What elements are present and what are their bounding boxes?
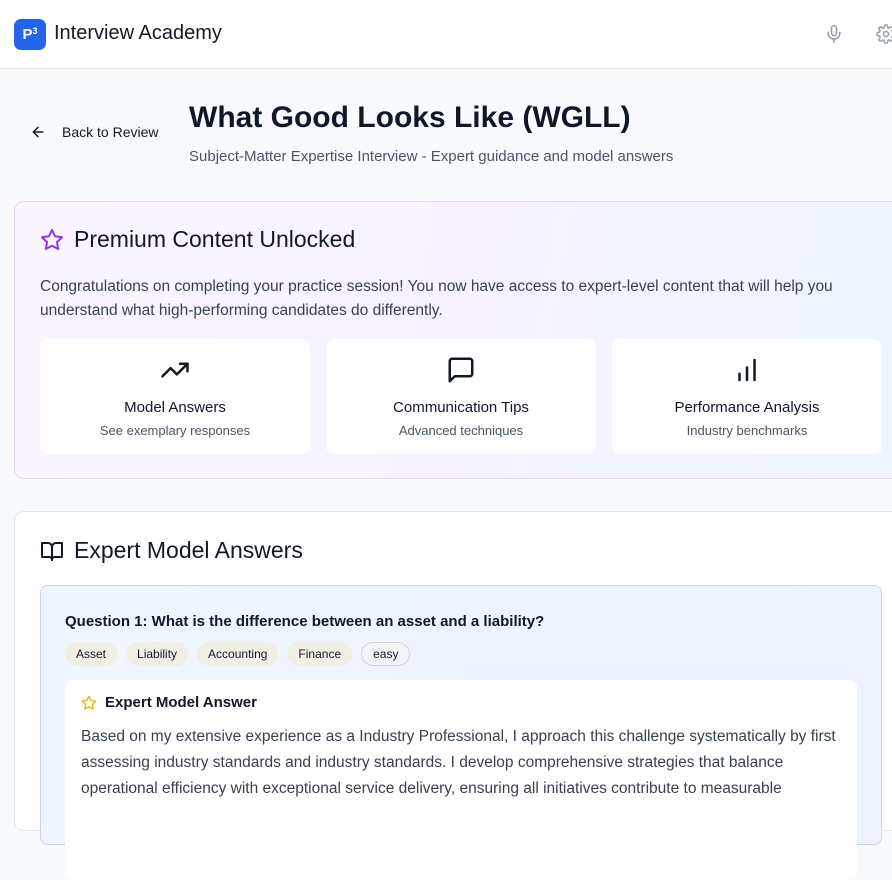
gear-icon[interactable] (876, 24, 892, 44)
feature-card-performance-analysis[interactable]: Performance Analysis Industry benchmarks (612, 339, 882, 454)
message-square-icon (448, 357, 474, 383)
tag: Liability (126, 642, 189, 666)
premium-content-card: Premium Content Unlocked Congratulations… (14, 201, 892, 479)
book-open-icon (41, 541, 63, 561)
trending-up-icon (161, 362, 189, 378)
page-title: What Good Looks Like (WGLL) (189, 101, 631, 134)
answer-heading-text: Expert Model Answer (105, 694, 257, 711)
expert-heading-text: Expert Model Answers (74, 537, 303, 563)
question-title: Question 1: What is the difference betwe… (65, 613, 545, 630)
feature-title: Communication Tips (393, 399, 529, 416)
back-to-review-button[interactable]: Back to Review (30, 124, 158, 140)
feature-subtitle: See exemplary responses (99, 423, 251, 438)
premium-heading: Premium Content Unlocked (40, 226, 355, 253)
feature-title: Model Answers (124, 399, 226, 416)
feature-subtitle: Industry benchmarks (686, 423, 808, 438)
premium-heading-text: Premium Content Unlocked (74, 226, 356, 252)
logo[interactable]: P3 (14, 19, 46, 50)
question-card: Question 1: What is the difference betwe… (40, 585, 882, 880)
mic-icon[interactable] (824, 24, 844, 44)
feature-title: Performance Analysis (674, 399, 820, 416)
star-icon (81, 695, 97, 710)
tag: Finance (287, 642, 353, 666)
tag: Accounting (197, 642, 279, 666)
premium-description: Congratulations on completing your pract… (40, 278, 833, 319)
star-icon (41, 228, 63, 250)
logo-superscript: 3 (32, 26, 38, 36)
answer-heading: Expert Model Answer (81, 694, 257, 711)
back-label: Back to Review (62, 124, 159, 140)
arrow-left-icon (32, 126, 44, 138)
logo-letter: P (22, 26, 33, 43)
expert-heading: Expert Model Answers (40, 537, 303, 564)
feature-card-communication-tips[interactable]: Communication Tips Advanced techniques (326, 339, 596, 454)
top-bar: P3 Interview Academy (0, 0, 892, 69)
expert-answer-box: Expert Model Answer Based on my extensiv… (65, 680, 857, 880)
app-title: Interview Academy (54, 22, 222, 44)
expert-answers-card: Expert Model Answers Question 1: What is… (14, 511, 892, 880)
page-subtitle: Subject-Matter Expertise Interview - Exp… (189, 148, 674, 165)
question-tags: Asset Liability Accounting Finance easy (65, 642, 411, 666)
answer-text: Based on my extensive experience as a In… (81, 728, 836, 797)
difficulty-badge: easy (361, 642, 411, 666)
tag: Asset (65, 642, 118, 666)
feature-card-model-answers[interactable]: Model Answers See exemplary responses (40, 339, 310, 454)
bar-chart-icon (738, 358, 756, 382)
feature-subtitle: Advanced techniques (398, 423, 524, 438)
